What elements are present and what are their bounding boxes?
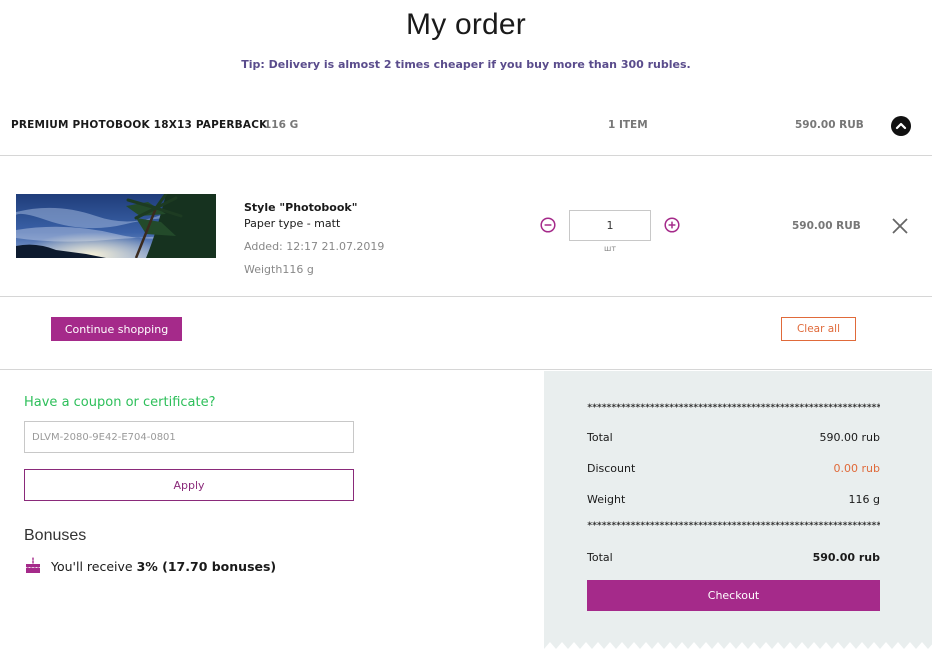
clear-all-button[interactable]: Clear all: [781, 317, 856, 341]
quantity-unit: шт: [604, 244, 616, 253]
cake-icon: [24, 556, 42, 574]
bonus-text: You'll receive 3% (17.70 bonuses): [51, 559, 276, 574]
total-label: Total: [587, 431, 613, 444]
group-price: 590.00 RUB: [795, 119, 864, 131]
group-product-name: PREMIUM PHOTOBOOK 18X13 PAPERBACK: [11, 119, 268, 131]
item-paper-type: Paper type - matt: [244, 217, 341, 230]
plus-circle-icon: [664, 217, 680, 233]
grand-total-value: 590.00 rub: [812, 551, 880, 564]
quantity-input[interactable]: [569, 210, 651, 241]
weight-value: 116 g: [848, 493, 880, 506]
discount-label: Discount: [587, 462, 636, 475]
bonus-prefix: You'll receive: [51, 559, 137, 574]
bonuses-title: Bonuses: [24, 527, 87, 544]
receipt-zigzag-edge: [544, 642, 932, 649]
total-value: 590.00 rub: [819, 431, 880, 444]
remove-item-button[interactable]: [890, 216, 910, 236]
item-weight: Weigth116 g: [244, 263, 314, 276]
increase-quantity-button[interactable]: [664, 217, 680, 233]
close-icon: [892, 218, 908, 234]
weight-label: Weight: [587, 493, 626, 506]
bonus-amount: 3% (17.70 bonuses): [136, 559, 277, 574]
item-style: Style "Photobook": [244, 201, 358, 214]
order-group-header: PREMIUM PHOTOBOOK 18X13 PAPERBACK 116 G …: [0, 98, 932, 156]
cart-actions: Continue shopping Clear all: [0, 297, 932, 370]
group-weight: 116 G: [264, 119, 299, 131]
chevron-up-icon: [895, 122, 907, 130]
apply-coupon-button[interactable]: Apply: [24, 469, 354, 501]
item-thumbnail: [16, 194, 216, 258]
continue-shopping-button[interactable]: Continue shopping: [51, 317, 182, 341]
cart-item-row: Style "Photobook" Paper type - matt Adde…: [0, 156, 932, 297]
coupon-title: Have a coupon or certificate?: [24, 395, 216, 410]
checkout-button[interactable]: Checkout: [587, 580, 880, 611]
coupon-input[interactable]: [24, 421, 354, 453]
page-title: My order: [406, 8, 526, 41]
order-summary: ****************************************…: [544, 371, 932, 649]
grand-total-label: Total: [587, 551, 613, 564]
receipt-divider-top: ****************************************…: [587, 403, 880, 413]
minus-circle-icon: [540, 217, 556, 233]
decrease-quantity-button[interactable]: [540, 217, 556, 233]
item-added-date: Added: 12:17 21.07.2019: [244, 240, 385, 253]
receipt-divider-bottom: ****************************************…: [587, 521, 880, 531]
item-price: 590.00 RUB: [792, 220, 861, 232]
group-item-count: 1 ITEM: [608, 119, 648, 131]
delivery-tip: Tip: Delivery is almost 2 times cheaper …: [241, 58, 691, 71]
collapse-group-button[interactable]: [891, 116, 911, 136]
discount-value: 0.00 rub: [833, 462, 880, 475]
